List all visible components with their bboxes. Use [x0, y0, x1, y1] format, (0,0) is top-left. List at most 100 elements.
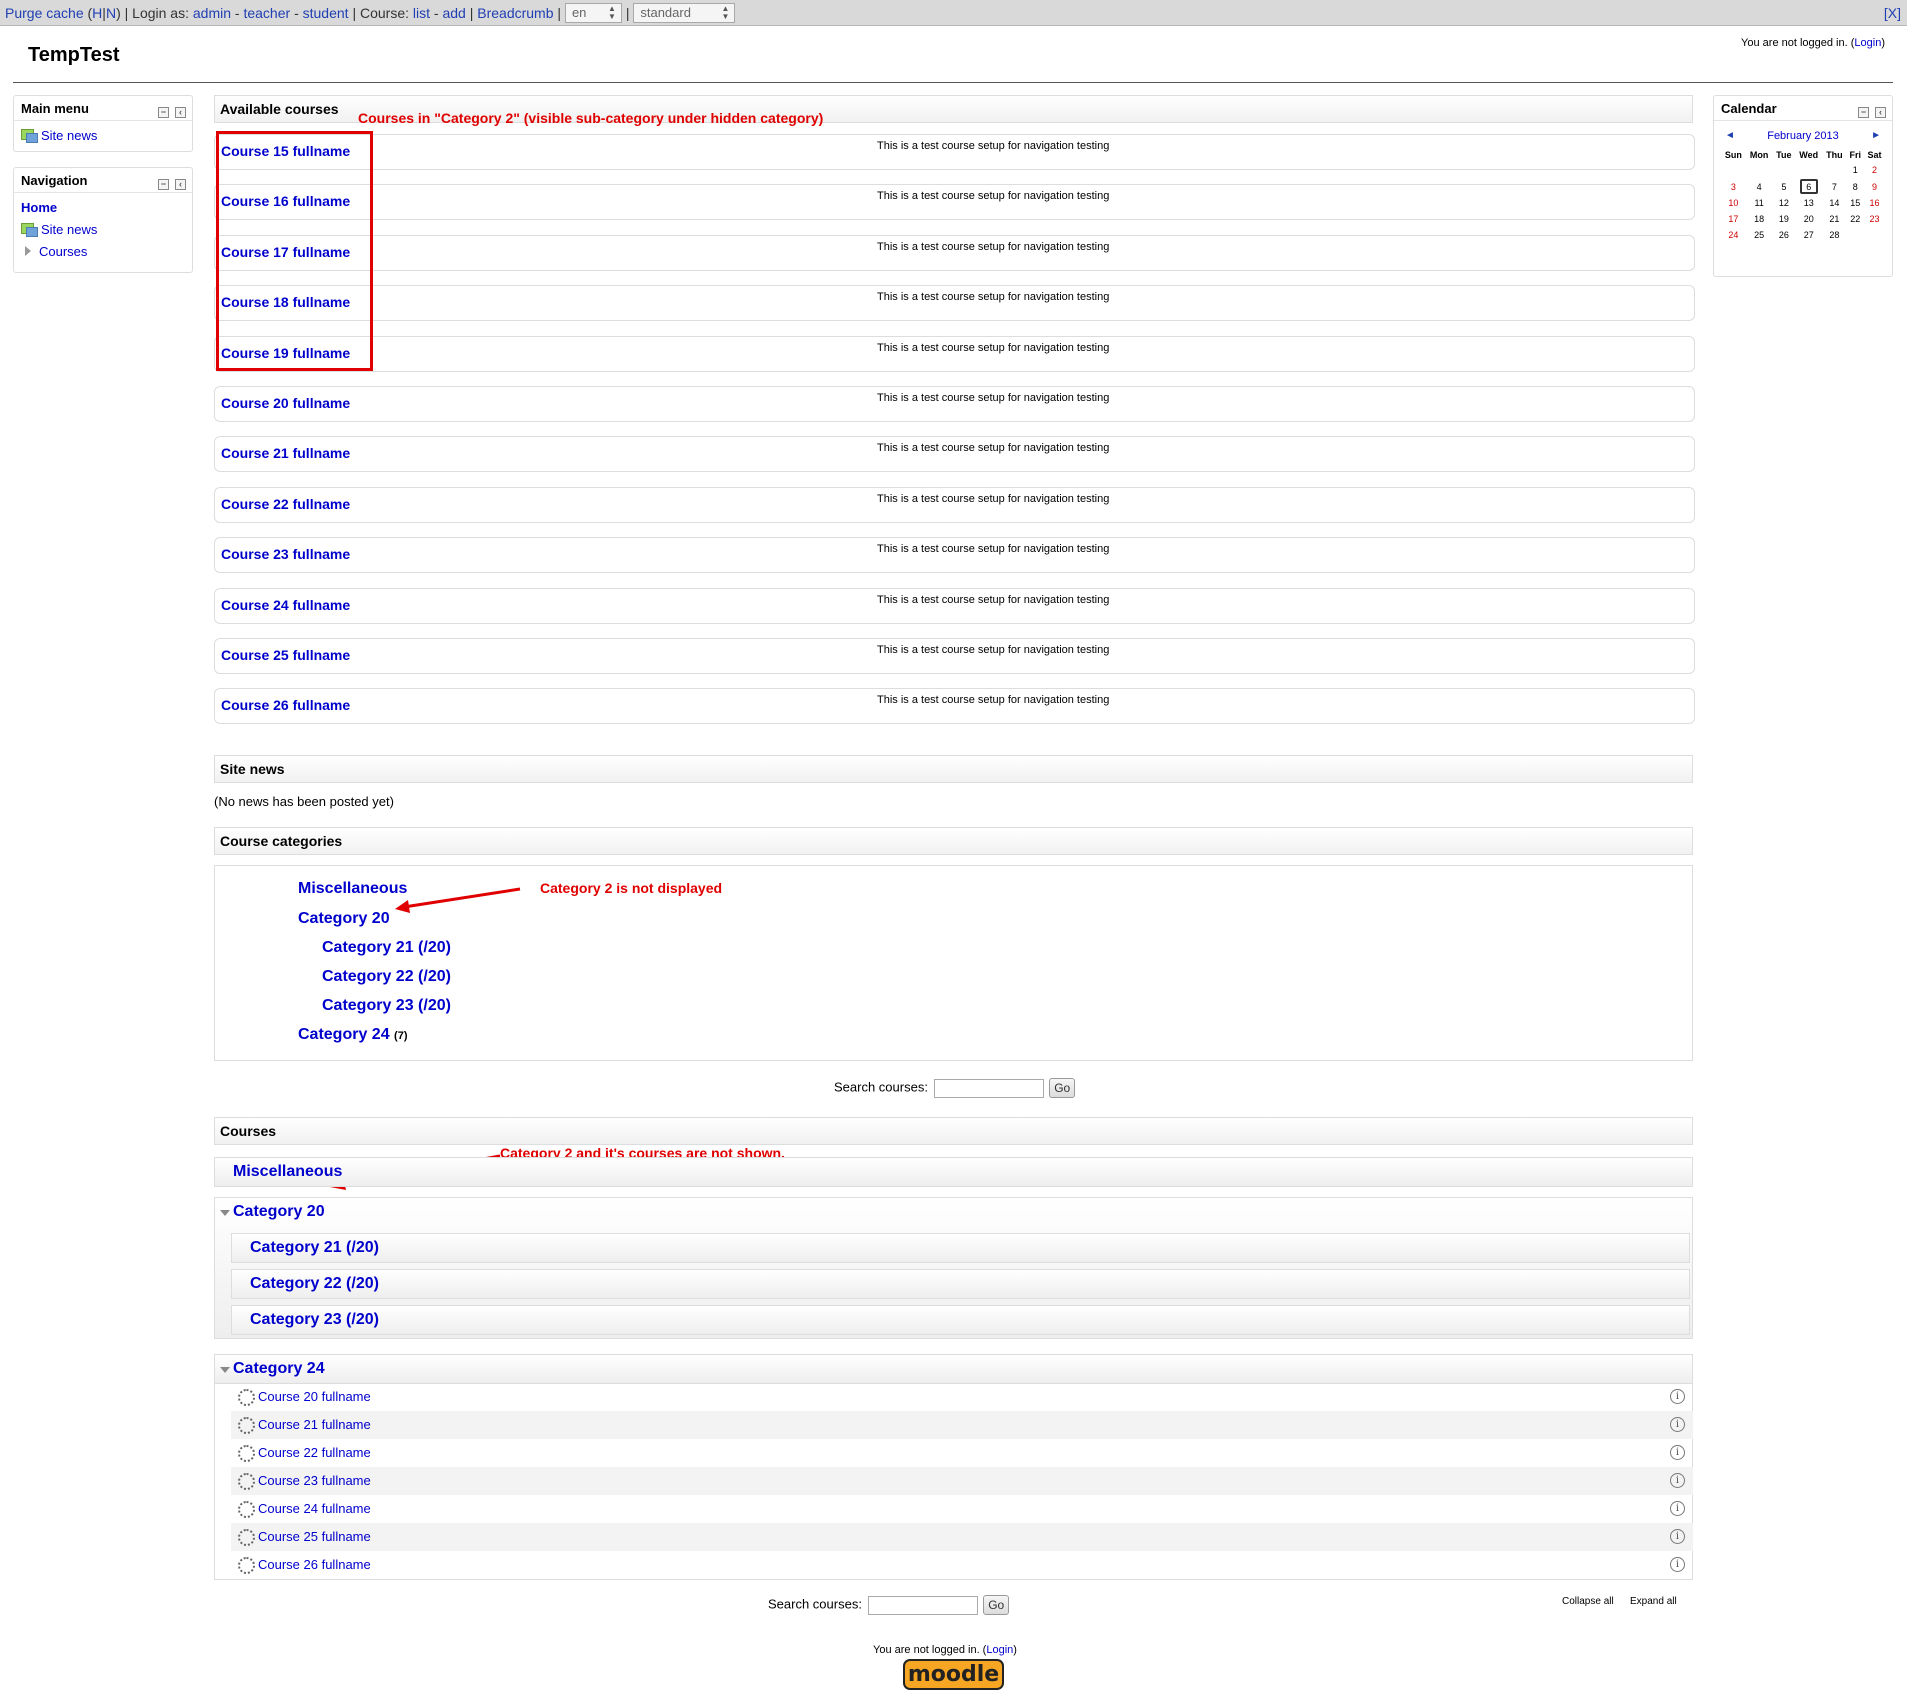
site-news-link[interactable]: Site news: [41, 128, 97, 143]
course-name-link[interactable]: Course 26 fullname: [221, 697, 350, 713]
calendar-day[interactable]: 7: [1822, 178, 1846, 195]
calendar-day[interactable]: 3: [1721, 178, 1746, 195]
minimize-icon[interactable]: −: [158, 107, 169, 118]
search-courses-input-bottom[interactable]: [867, 1595, 978, 1615]
courses-subcategory-23[interactable]: Category 23 (/20): [250, 1311, 379, 1329]
language-select[interactable]: en ▲ ▼: [564, 3, 622, 24]
subcategory-bar-22[interactable]: Category 22 (/20): [231, 1269, 1690, 1299]
prev-month-icon[interactable]: ◄: [1725, 125, 1735, 147]
minimize-icon[interactable]: −: [1858, 107, 1869, 118]
collapse-all-link[interactable]: Collapse all: [1562, 1596, 1614, 1607]
breadcrumb-link[interactable]: Breadcrumb: [477, 5, 553, 21]
info-icon[interactable]: i: [1670, 1501, 1685, 1516]
calendar-day[interactable]: 1: [1846, 162, 1864, 178]
subcategory-bar-23[interactable]: Category 23 (/20): [231, 1305, 1690, 1335]
course-list-link[interactable]: Course 25 fullname: [258, 1529, 371, 1544]
category-link-21[interactable]: Category 21 (/20): [322, 939, 451, 957]
calendar-day[interactable]: 10: [1721, 195, 1746, 211]
subcategory-bar-21[interactable]: Category 21 (/20): [231, 1233, 1690, 1263]
course-add-link[interactable]: add: [442, 5, 465, 21]
course-list-link[interactable]: Course 26 fullname: [258, 1557, 371, 1572]
search-go-button-bottom[interactable]: Go: [983, 1595, 1010, 1615]
calendar-day[interactable]: 27: [1795, 227, 1822, 243]
calendar-day[interactable]: 8: [1846, 178, 1864, 195]
calendar-day[interactable]: 13: [1795, 195, 1822, 211]
calendar-day[interactable]: 23: [1864, 211, 1885, 227]
course-list-link[interactable]: Course 24 fullname: [258, 1501, 371, 1516]
expand-all-link[interactable]: Expand all: [1630, 1596, 1677, 1607]
calendar-day[interactable]: 4: [1746, 178, 1773, 195]
course-name-link[interactable]: Course 23 fullname: [221, 546, 350, 562]
moodle-logo[interactable]: moodle: [903, 1659, 1004, 1690]
calendar-day[interactable]: 16: [1864, 195, 1885, 211]
header-login-link[interactable]: Login: [1854, 37, 1881, 49]
calendar-day[interactable]: 18: [1746, 211, 1773, 227]
calendar-day[interactable]: 12: [1773, 195, 1796, 211]
nav-site-news[interactable]: Site news: [21, 219, 185, 241]
nav-courses-link[interactable]: Courses: [39, 244, 87, 259]
calendar-today[interactable]: 6: [1799, 179, 1818, 194]
login-student-link[interactable]: student: [303, 5, 349, 21]
course-list-link[interactable]: Course 22 fullname: [258, 1445, 371, 1460]
collapse-arrow-icon[interactable]: [220, 1210, 230, 1216]
close-devbar-link[interactable]: [X]: [1884, 0, 1901, 26]
calendar-day[interactable]: 14: [1822, 195, 1846, 211]
course-name-link[interactable]: Course 25 fullname: [221, 647, 350, 663]
category-link-23[interactable]: Category 23 (/20): [322, 997, 451, 1015]
course-list-link[interactable]: list: [413, 5, 430, 21]
course-list-link[interactable]: Course 20 fullname: [258, 1389, 371, 1404]
minimize-icon[interactable]: −: [158, 179, 169, 190]
info-icon[interactable]: i: [1670, 1557, 1685, 1572]
calendar-day[interactable]: 21: [1822, 211, 1846, 227]
courses-category-20[interactable]: Category 20: [233, 1203, 325, 1221]
course-name-link[interactable]: Course 24 fullname: [221, 597, 350, 613]
dock-icon[interactable]: ‹: [175, 179, 186, 190]
collapse-arrow-icon[interactable]: [220, 1367, 230, 1373]
calendar-day[interactable]: 24: [1721, 227, 1746, 243]
calendar-day[interactable]: 2: [1864, 162, 1885, 178]
calendar-month-link[interactable]: February 2013: [1767, 130, 1839, 142]
nav-courses[interactable]: Courses: [21, 241, 185, 263]
calendar-day[interactable]: 19: [1773, 211, 1796, 227]
calendar-day[interactable]: 5: [1773, 178, 1796, 195]
nav-home-link[interactable]: Home: [21, 200, 57, 215]
calendar-day[interactable]: 17: [1721, 211, 1746, 227]
next-month-icon[interactable]: ►: [1871, 125, 1881, 147]
calendar-day[interactable]: 15: [1846, 195, 1864, 211]
courses-subcategory-22[interactable]: Category 22 (/20): [250, 1275, 379, 1293]
info-icon[interactable]: i: [1670, 1389, 1685, 1404]
expand-arrow-icon[interactable]: [25, 246, 31, 256]
login-admin-link[interactable]: admin: [193, 5, 231, 21]
theme-select[interactable]: standard ▲ ▼: [633, 3, 736, 24]
nav-home[interactable]: Home: [21, 197, 185, 219]
nav-site-news-link[interactable]: Site news: [41, 222, 97, 237]
purge-n-link[interactable]: N: [106, 5, 116, 21]
search-courses-input[interactable]: [933, 1078, 1044, 1098]
category-link-20[interactable]: Category 20: [298, 910, 390, 928]
calendar-day[interactable]: 22: [1846, 211, 1864, 227]
info-icon[interactable]: i: [1670, 1445, 1685, 1460]
category-link-22[interactable]: Category 22 (/20): [322, 968, 451, 986]
login-teacher-link[interactable]: teacher: [243, 5, 290, 21]
calendar-day[interactable]: 20: [1795, 211, 1822, 227]
purge-h-link[interactable]: H: [92, 5, 102, 21]
main-menu-item-site-news[interactable]: Site news: [21, 125, 185, 147]
courses-category-miscellaneous[interactable]: Miscellaneous: [233, 1163, 342, 1181]
category-bar-miscellaneous[interactable]: Miscellaneous: [214, 1157, 1693, 1187]
calendar-day[interactable]: 28: [1822, 227, 1846, 243]
course-name-link[interactable]: Course 21 fullname: [221, 445, 350, 461]
calendar-day[interactable]: 25: [1746, 227, 1773, 243]
search-go-button[interactable]: Go: [1049, 1078, 1076, 1098]
calendar-day[interactable]: 6: [1795, 178, 1822, 195]
info-icon[interactable]: i: [1670, 1473, 1685, 1488]
course-name-link[interactable]: Course 22 fullname: [221, 496, 350, 512]
info-icon[interactable]: i: [1670, 1529, 1685, 1544]
calendar-day[interactable]: 9: [1864, 178, 1885, 195]
courses-subcategory-21[interactable]: Category 21 (/20): [250, 1239, 379, 1257]
dock-icon[interactable]: ‹: [1875, 107, 1886, 118]
course-name-link[interactable]: Course 20 fullname: [221, 395, 350, 411]
info-icon[interactable]: i: [1670, 1417, 1685, 1432]
course-list-link[interactable]: Course 21 fullname: [258, 1417, 371, 1432]
calendar-day[interactable]: 11: [1746, 195, 1773, 211]
category-link-24[interactable]: Category 24: [298, 1026, 390, 1043]
